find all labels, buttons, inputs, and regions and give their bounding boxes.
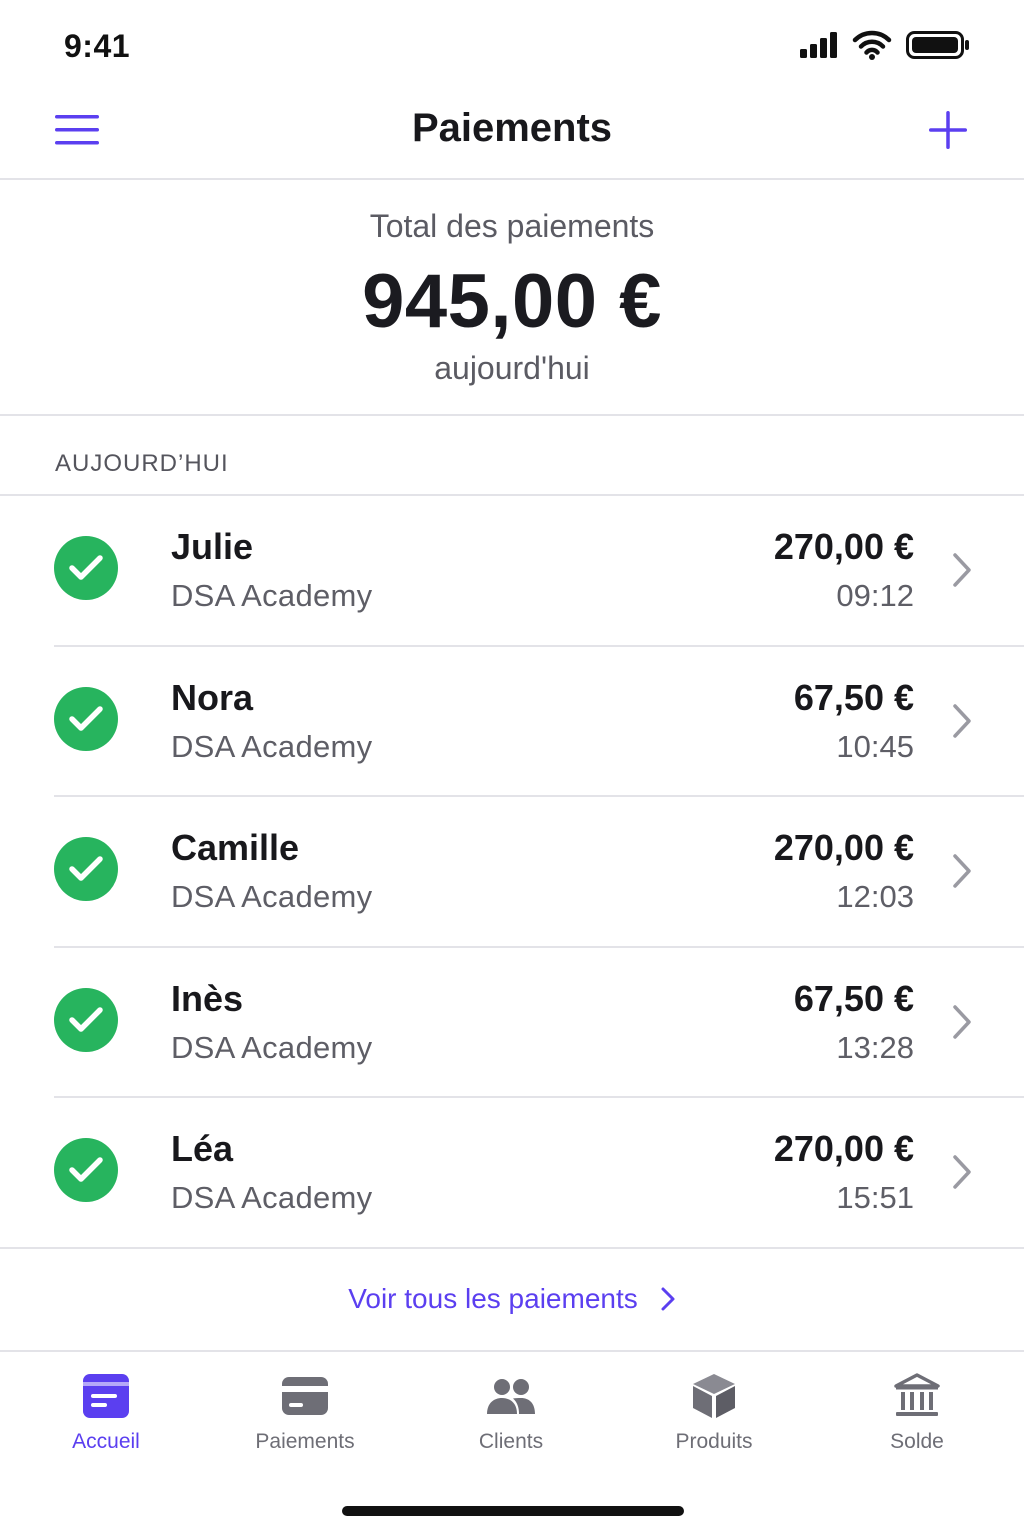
wifi-icon: [852, 30, 892, 60]
payment-customer-name: Camille: [171, 827, 300, 868]
success-check-icon: [54, 536, 118, 600]
tab-paiements[interactable]: Paiements: [215, 1366, 395, 1466]
payment-amount: 270,00 €: [773, 827, 914, 868]
payment-merchant: DSA Academy: [171, 578, 373, 613]
payment-row[interactable]: Julie DSA Academy 270,00 € 09:12: [0, 496, 1024, 647]
payment-customer-name: Julie: [171, 526, 254, 567]
nav-bar: Paiements: [0, 92, 1024, 180]
success-check-icon: [54, 686, 118, 751]
page-title: Paiements: [411, 106, 613, 150]
status-icons: [800, 30, 970, 60]
chevron-right-icon: [953, 854, 971, 888]
tab-accueil[interactable]: Accueil: [16, 1366, 196, 1466]
section-header: AUJOURD’HUI: [0, 416, 1024, 496]
payment-merchant: DSA Academy: [171, 1029, 373, 1065]
payment-merchant: DSA Academy: [171, 879, 373, 914]
tab-label: Accueil: [72, 1430, 140, 1453]
payment-row[interactable]: Inès DSA Academy 67,50 € 13:28: [0, 948, 1024, 1098]
home-indicator[interactable]: [342, 1506, 684, 1516]
tab-bar: Accueil Paiements Clients Produits Solde: [0, 1354, 1024, 1484]
chevron-right-icon: [953, 1004, 971, 1039]
tab-label: Paiements: [255, 1430, 355, 1453]
payment-customer-name: Léa: [171, 1128, 234, 1169]
payment-amount: 270,00 €: [773, 526, 914, 567]
tab-produits[interactable]: Produits: [624, 1366, 804, 1466]
tab-clients[interactable]: Clients: [421, 1366, 601, 1466]
payment-amount: 270,00 €: [773, 1128, 914, 1169]
see-all-payments-link[interactable]: Voir tous les paiements: [0, 1248, 1024, 1352]
payment-row[interactable]: Nora DSA Academy 67,50 € 10:45: [0, 647, 1024, 797]
status-bar: 9:41: [0, 0, 1024, 92]
tab-label: Produits: [675, 1430, 753, 1453]
home-icon: [83, 1374, 129, 1418]
payment-customer-name: Inès: [171, 977, 244, 1019]
payments-summary: Total des paiements 945,00 € aujourd'hui: [0, 182, 1024, 416]
users-icon: [487, 1379, 535, 1414]
see-all-label: Voir tous les paiements: [348, 1283, 638, 1314]
tab-label: Clients: [478, 1430, 544, 1453]
summary-label: Total des paiements: [369, 208, 655, 244]
payment-time: 12:03: [836, 879, 914, 914]
payment-row[interactable]: Camille DSA Academy 270,00 € 12:03: [0, 797, 1024, 948]
summary-amount: 945,00 €: [362, 259, 662, 344]
payment-time: 15:51: [836, 1180, 914, 1215]
success-check-icon: [54, 987, 118, 1052]
chevron-right-icon: [953, 703, 971, 738]
battery-icon: [906, 31, 969, 59]
payment-time: 09:12: [836, 578, 914, 613]
plus-icon: [929, 111, 967, 149]
bank-icon: [894, 1373, 940, 1416]
payment-merchant: DSA Academy: [171, 728, 373, 764]
payment-time: 13:28: [836, 1029, 914, 1065]
card-icon: [282, 1377, 328, 1415]
box-icon: [693, 1374, 735, 1418]
payment-list: Julie DSA Academy 270,00 € 09:12 Nora DS…: [0, 496, 1024, 1249]
summary-period: aujourd'hui: [434, 350, 590, 386]
payment-amount: 67,50 €: [793, 977, 914, 1019]
chevron-right-icon: [953, 553, 971, 587]
add-payment-button[interactable]: [924, 106, 972, 154]
success-check-icon: [54, 837, 118, 901]
section-title: AUJOURD’HUI: [55, 450, 229, 477]
payment-merchant: DSA Academy: [171, 1180, 373, 1215]
tab-solde[interactable]: Solde: [827, 1366, 1007, 1466]
chevron-right-icon: [953, 1155, 971, 1189]
payment-customer-name: Nora: [171, 676, 254, 718]
cellular-signal-icon: [800, 32, 837, 58]
chevron-right-icon: [661, 1287, 675, 1311]
payment-amount: 67,50 €: [793, 676, 914, 718]
success-check-icon: [54, 1138, 118, 1202]
payment-row[interactable]: Léa DSA Academy 270,00 € 15:51: [0, 1098, 1024, 1249]
payment-time: 10:45: [836, 728, 914, 764]
tab-label: Solde: [890, 1430, 944, 1453]
status-time: 9:41: [64, 28, 131, 64]
